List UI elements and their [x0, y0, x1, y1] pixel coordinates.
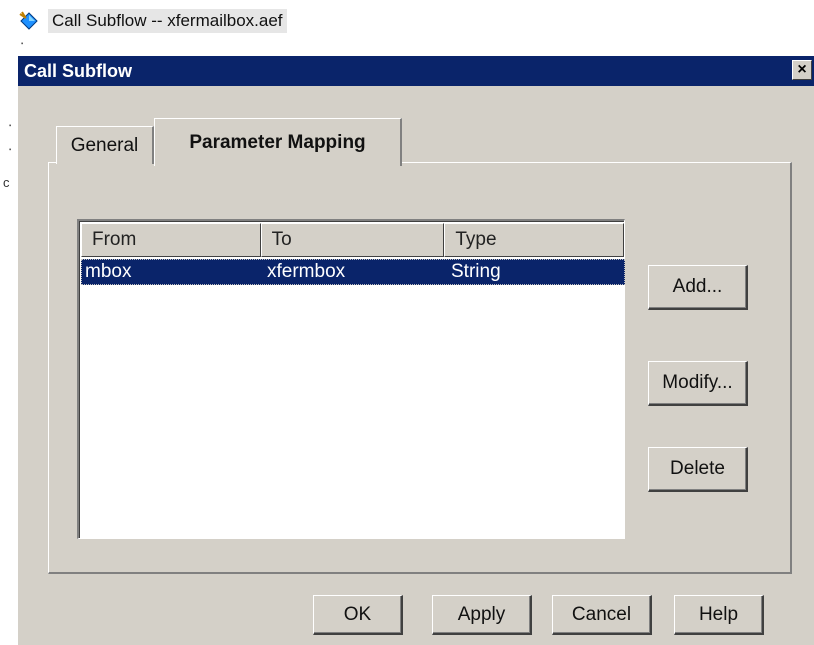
- modify-button[interactable]: Modify...: [648, 361, 748, 406]
- cell-type: String: [451, 261, 501, 282]
- parameter-mapping-list[interactable]: From To Type mbox xfermbox String: [77, 219, 625, 539]
- close-icon: ×: [797, 61, 807, 78]
- dialog-title: Call Subflow: [24, 61, 132, 81]
- dialog-titlebar[interactable]: Call Subflow ×: [18, 56, 814, 86]
- close-button[interactable]: ×: [792, 60, 812, 80]
- column-header-type[interactable]: Type: [444, 223, 624, 257]
- tree-connector-mark: ⋅: [8, 142, 13, 157]
- ok-button[interactable]: OK: [313, 595, 403, 635]
- apply-button[interactable]: Apply: [432, 595, 532, 635]
- tab-parameter-mapping[interactable]: Parameter Mapping: [154, 118, 402, 166]
- cancel-button[interactable]: Cancel: [552, 595, 652, 635]
- column-header-to[interactable]: To: [260, 223, 445, 257]
- background-text-fragment: c: [3, 175, 10, 190]
- workflow-step-node[interactable]: Call Subflow -- xfermailbox.aef: [18, 8, 287, 34]
- help-button[interactable]: Help: [674, 595, 764, 635]
- tree-connector-mark: ⋅: [20, 36, 25, 51]
- column-header-from[interactable]: From: [81, 223, 261, 257]
- cell-to: xfermbox: [267, 261, 346, 282]
- workflow-step-label: Call Subflow -- xfermailbox.aef: [48, 9, 287, 33]
- list-header: From To Type: [81, 223, 624, 257]
- tab-general[interactable]: General: [56, 126, 154, 164]
- call-subflow-dialog: Call Subflow × General Parameter Mapping…: [18, 56, 814, 645]
- delete-button[interactable]: Delete: [648, 447, 748, 492]
- step-diamond-icon: [19, 11, 38, 30]
- table-row[interactable]: mbox xfermbox String: [81, 259, 625, 285]
- tree-connector-mark: ⋅: [8, 118, 13, 133]
- cell-from: mbox: [85, 261, 132, 282]
- add-button[interactable]: Add...: [648, 265, 748, 310]
